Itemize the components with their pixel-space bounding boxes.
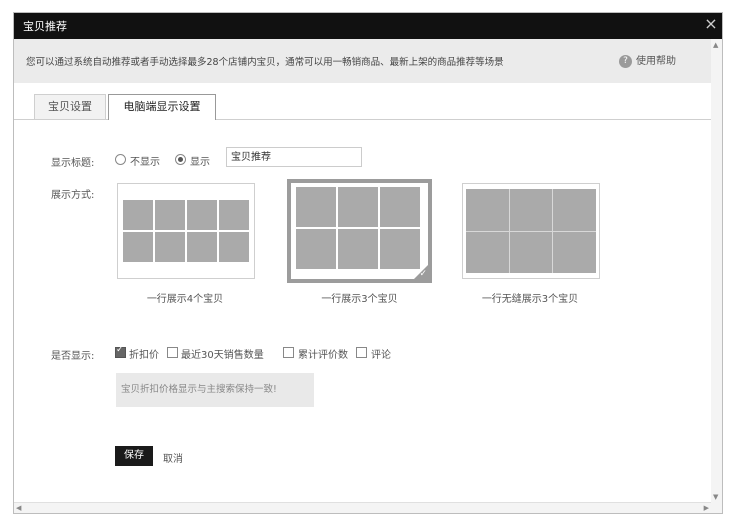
notice-bar: 您可以通过系统自动推荐或者手动选择最多28个店铺内宝贝，通常可以用一畅销商品、最… — [14, 39, 711, 83]
placeholder-cell — [380, 229, 420, 269]
help-label: 使用帮助 — [636, 56, 676, 67]
save-button[interactable]: 保存 — [115, 446, 153, 466]
radio-show-title[interactable] — [175, 154, 186, 165]
placeholder-cell — [187, 232, 217, 262]
radio-hide-title-label: 不显示 — [130, 157, 160, 168]
help-link[interactable]: ? 使用帮助 — [619, 52, 676, 68]
placeholder-cell — [219, 200, 249, 230]
horizontal-scrollbar[interactable]: ◀ ▶ — [14, 502, 711, 513]
placeholder-cell — [380, 187, 420, 227]
checkbox-review-count-label: 累计评价数 — [298, 350, 348, 361]
title-bar: 宝贝推荐 × — [14, 13, 722, 39]
placeholder-cell — [296, 187, 336, 227]
scroll-left-icon[interactable]: ◀ — [16, 504, 21, 512]
checkbox-comments[interactable] — [356, 347, 367, 358]
placeholder-cell — [338, 187, 378, 227]
help-icon: ? — [619, 54, 632, 68]
placeholder-cell — [123, 232, 153, 262]
checkbox-discount-price-label: 折扣价 — [129, 350, 159, 361]
placeholder-cell — [296, 229, 336, 269]
tab-item-settings[interactable]: 宝贝设置 — [34, 94, 106, 119]
close-icon[interactable]: × — [703, 15, 719, 33]
placeholder-cell — [123, 200, 153, 230]
checkbox-comments-label: 评论 — [371, 350, 391, 361]
placeholder-cell — [155, 200, 185, 230]
scroll-right-icon[interactable]: ▶ — [704, 504, 709, 512]
checkbox-review-count[interactable] — [283, 347, 294, 358]
scrollbar-corner — [711, 503, 722, 513]
tab-pc-display-settings[interactable]: 电脑端显示设置 — [108, 94, 216, 120]
grid-divider — [466, 231, 596, 232]
radio-hide-title[interactable] — [115, 154, 126, 165]
layout-3-caption: 一行展示3个宝贝 — [321, 294, 398, 305]
radio-show-title-label: 显示 — [190, 157, 210, 168]
display-title-label: 显示标题: — [51, 158, 95, 169]
scroll-up-icon[interactable]: ▲ — [713, 41, 718, 49]
title-input[interactable]: 宝贝推荐 — [226, 147, 362, 167]
layout-4-per-row[interactable] — [117, 183, 255, 279]
placeholder-cell — [155, 232, 185, 262]
show-fields-label: 是否显示: — [51, 351, 95, 362]
dialog: 宝贝推荐 × 您可以通过系统自动推荐或者手动选择最多28个店铺内宝贝，通常可以用… — [13, 12, 723, 514]
placeholder-cell — [219, 232, 249, 262]
checkbox-30day-sales-label: 最近30天销售数量 — [181, 350, 264, 361]
scroll-down-icon[interactable]: ▼ — [713, 493, 718, 501]
placeholder-cell — [187, 200, 217, 230]
layout-3-seamless[interactable] — [462, 183, 600, 279]
layout-4-caption: 一行展示4个宝贝 — [146, 294, 224, 305]
tab-bar: 宝贝设置 电脑端显示设置 — [14, 83, 711, 120]
cancel-button[interactable]: 取消 — [163, 450, 183, 465]
notice-text: 您可以通过系统自动推荐或者手动选择最多28个店铺内宝贝，通常可以用一畅销商品、最… — [26, 57, 504, 68]
checkmark-icon: ✓ — [419, 269, 427, 279]
display-mode-label: 展示方式: — [51, 190, 95, 201]
layout-seamless-caption: 一行无缝展示3个宝贝 — [481, 294, 579, 305]
checkbox-discount-price[interactable] — [115, 345, 126, 358]
placeholder-cell — [338, 229, 378, 269]
vertical-scrollbar[interactable]: ▲ ▼ — [711, 39, 722, 503]
discount-note: 宝贝折扣价格显示与主搜索保持一致! — [116, 373, 314, 407]
checkbox-30day-sales[interactable] — [167, 347, 178, 358]
dialog-title: 宝贝推荐 — [23, 20, 67, 33]
layout-3-per-row[interactable]: ✓ — [287, 179, 432, 283]
